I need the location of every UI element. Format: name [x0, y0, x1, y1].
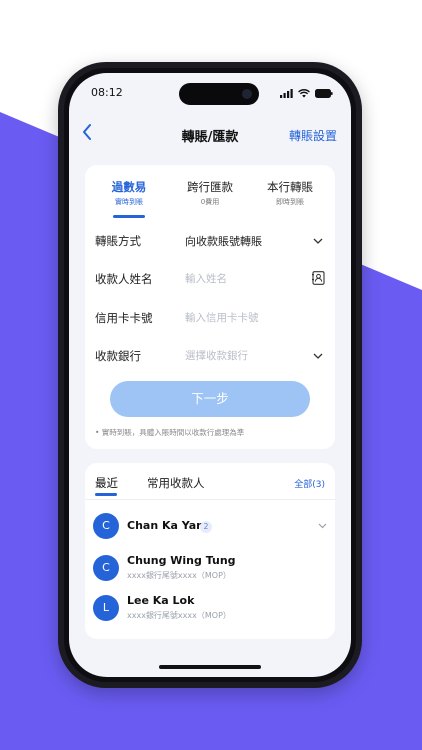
tab-recent[interactable]: 最近 — [95, 475, 118, 491]
signal-icon — [280, 89, 293, 98]
field-label: 收款銀行 — [95, 349, 141, 363]
card-number-input[interactable]: 輸入信用卡卡號 — [185, 310, 259, 325]
payee-name: Lee Ka Lok — [127, 594, 195, 607]
tab-intrabank[interactable]: 本行轉賬 即時到賬 — [250, 179, 330, 207]
payee-name: Chan Ka Yan — [127, 519, 204, 532]
tab-frequent-payees[interactable]: 常用收款人 — [147, 475, 205, 491]
tab-sublabel: 實時到賬 — [115, 198, 143, 206]
tab-label: 本行轉賬 — [267, 180, 313, 194]
field-label: 轉賬方式 — [95, 234, 141, 248]
camera-icon — [242, 89, 252, 99]
tab-interbank[interactable]: 跨行匯款 0費用 — [170, 179, 250, 207]
home-indicator — [159, 665, 261, 669]
payee-bank-row[interactable]: 收款銀行 選擇收款銀行 — [95, 346, 325, 366]
divider — [85, 499, 335, 500]
list-item[interactable]: L Lee Ka Lok xxxx銀行尾號xxxx（MOP） — [93, 593, 327, 623]
field-label: 收款人姓名 — [95, 272, 153, 286]
tab-label: 過數易 — [111, 180, 147, 194]
tab-label: 跨行匯款 — [187, 180, 233, 194]
list-item[interactable]: C Chan Ka Yan 2 — [93, 513, 327, 543]
payee-name: Chung Wing Tung — [127, 554, 236, 567]
status-icons — [280, 89, 333, 98]
payee-bank-select[interactable]: 選擇收款銀行 — [185, 348, 248, 363]
field-label: 信用卡卡號 — [95, 311, 153, 325]
transfer-settings-link[interactable]: 轉賬設置 — [289, 127, 337, 144]
avatar: L — [93, 595, 119, 621]
chevron-down-icon[interactable] — [318, 519, 327, 532]
active-tab-indicator — [113, 215, 145, 218]
chevron-down-icon — [311, 233, 325, 247]
card-number-row[interactable]: 信用卡卡號 輸入信用卡卡號 — [95, 308, 325, 328]
battery-icon — [315, 89, 333, 98]
avatar: C — [93, 555, 119, 581]
next-button[interactable]: 下一步 — [110, 381, 310, 417]
transfer-method-value: 向收款賬號轉賬 — [185, 235, 262, 248]
view-all-link[interactable]: 全部(3) — [294, 477, 325, 490]
payee-list-card: 最近 常用收款人 全部(3) C Chan Ka Yan 2 C Chung W… — [85, 463, 335, 639]
payee-name-input[interactable]: 輸入姓名 — [185, 271, 227, 286]
count-badge: 2 — [200, 521, 212, 533]
transfer-form-card: 過數易 實時到賬 跨行匯款 0費用 本行轉賬 即時到賬 轉賬方式 向收款賬號轉賬 — [85, 165, 335, 449]
transfer-tabs: 過數易 實時到賬 跨行匯款 0費用 本行轉賬 即時到賬 — [85, 179, 335, 219]
tab-fps[interactable]: 過數易 實時到賬 — [89, 179, 169, 207]
arrival-note: • 實時到賬，具體入賬時間以收款行處理為準 — [95, 428, 245, 437]
phone-frame: 08:12 轉賬/匯款 轉賬設置 過數易 實時到賬 跨行匯款 0費用 本行轉賬 … — [58, 62, 362, 688]
transfer-method-row[interactable]: 轉賬方式 向收款賬號轉賬 — [95, 231, 325, 251]
nav-bar: 轉賬/匯款 轉賬設置 — [69, 119, 351, 151]
wifi-icon — [298, 89, 310, 98]
avatar: C — [93, 513, 119, 539]
tab-sublabel: 即時到賬 — [276, 198, 304, 206]
payee-name-row[interactable]: 收款人姓名 輸入姓名 — [95, 269, 325, 289]
list-item[interactable]: C Chung Wing Tung xxxx銀行尾號xxxx（MOP） — [93, 553, 327, 583]
chevron-down-icon — [311, 348, 325, 362]
payee-account: xxxx銀行尾號xxxx（MOP） — [127, 571, 231, 580]
contact-book-icon[interactable] — [311, 271, 325, 285]
payee-account: xxxx銀行尾號xxxx（MOP） — [127, 611, 231, 620]
status-time: 08:12 — [91, 86, 123, 99]
active-tab-indicator — [95, 493, 117, 496]
dynamic-island — [179, 83, 259, 105]
tab-sublabel: 0費用 — [200, 198, 220, 206]
app-screen: 08:12 轉賬/匯款 轉賬設置 過數易 實時到賬 跨行匯款 0費用 本行轉賬 … — [69, 73, 351, 677]
